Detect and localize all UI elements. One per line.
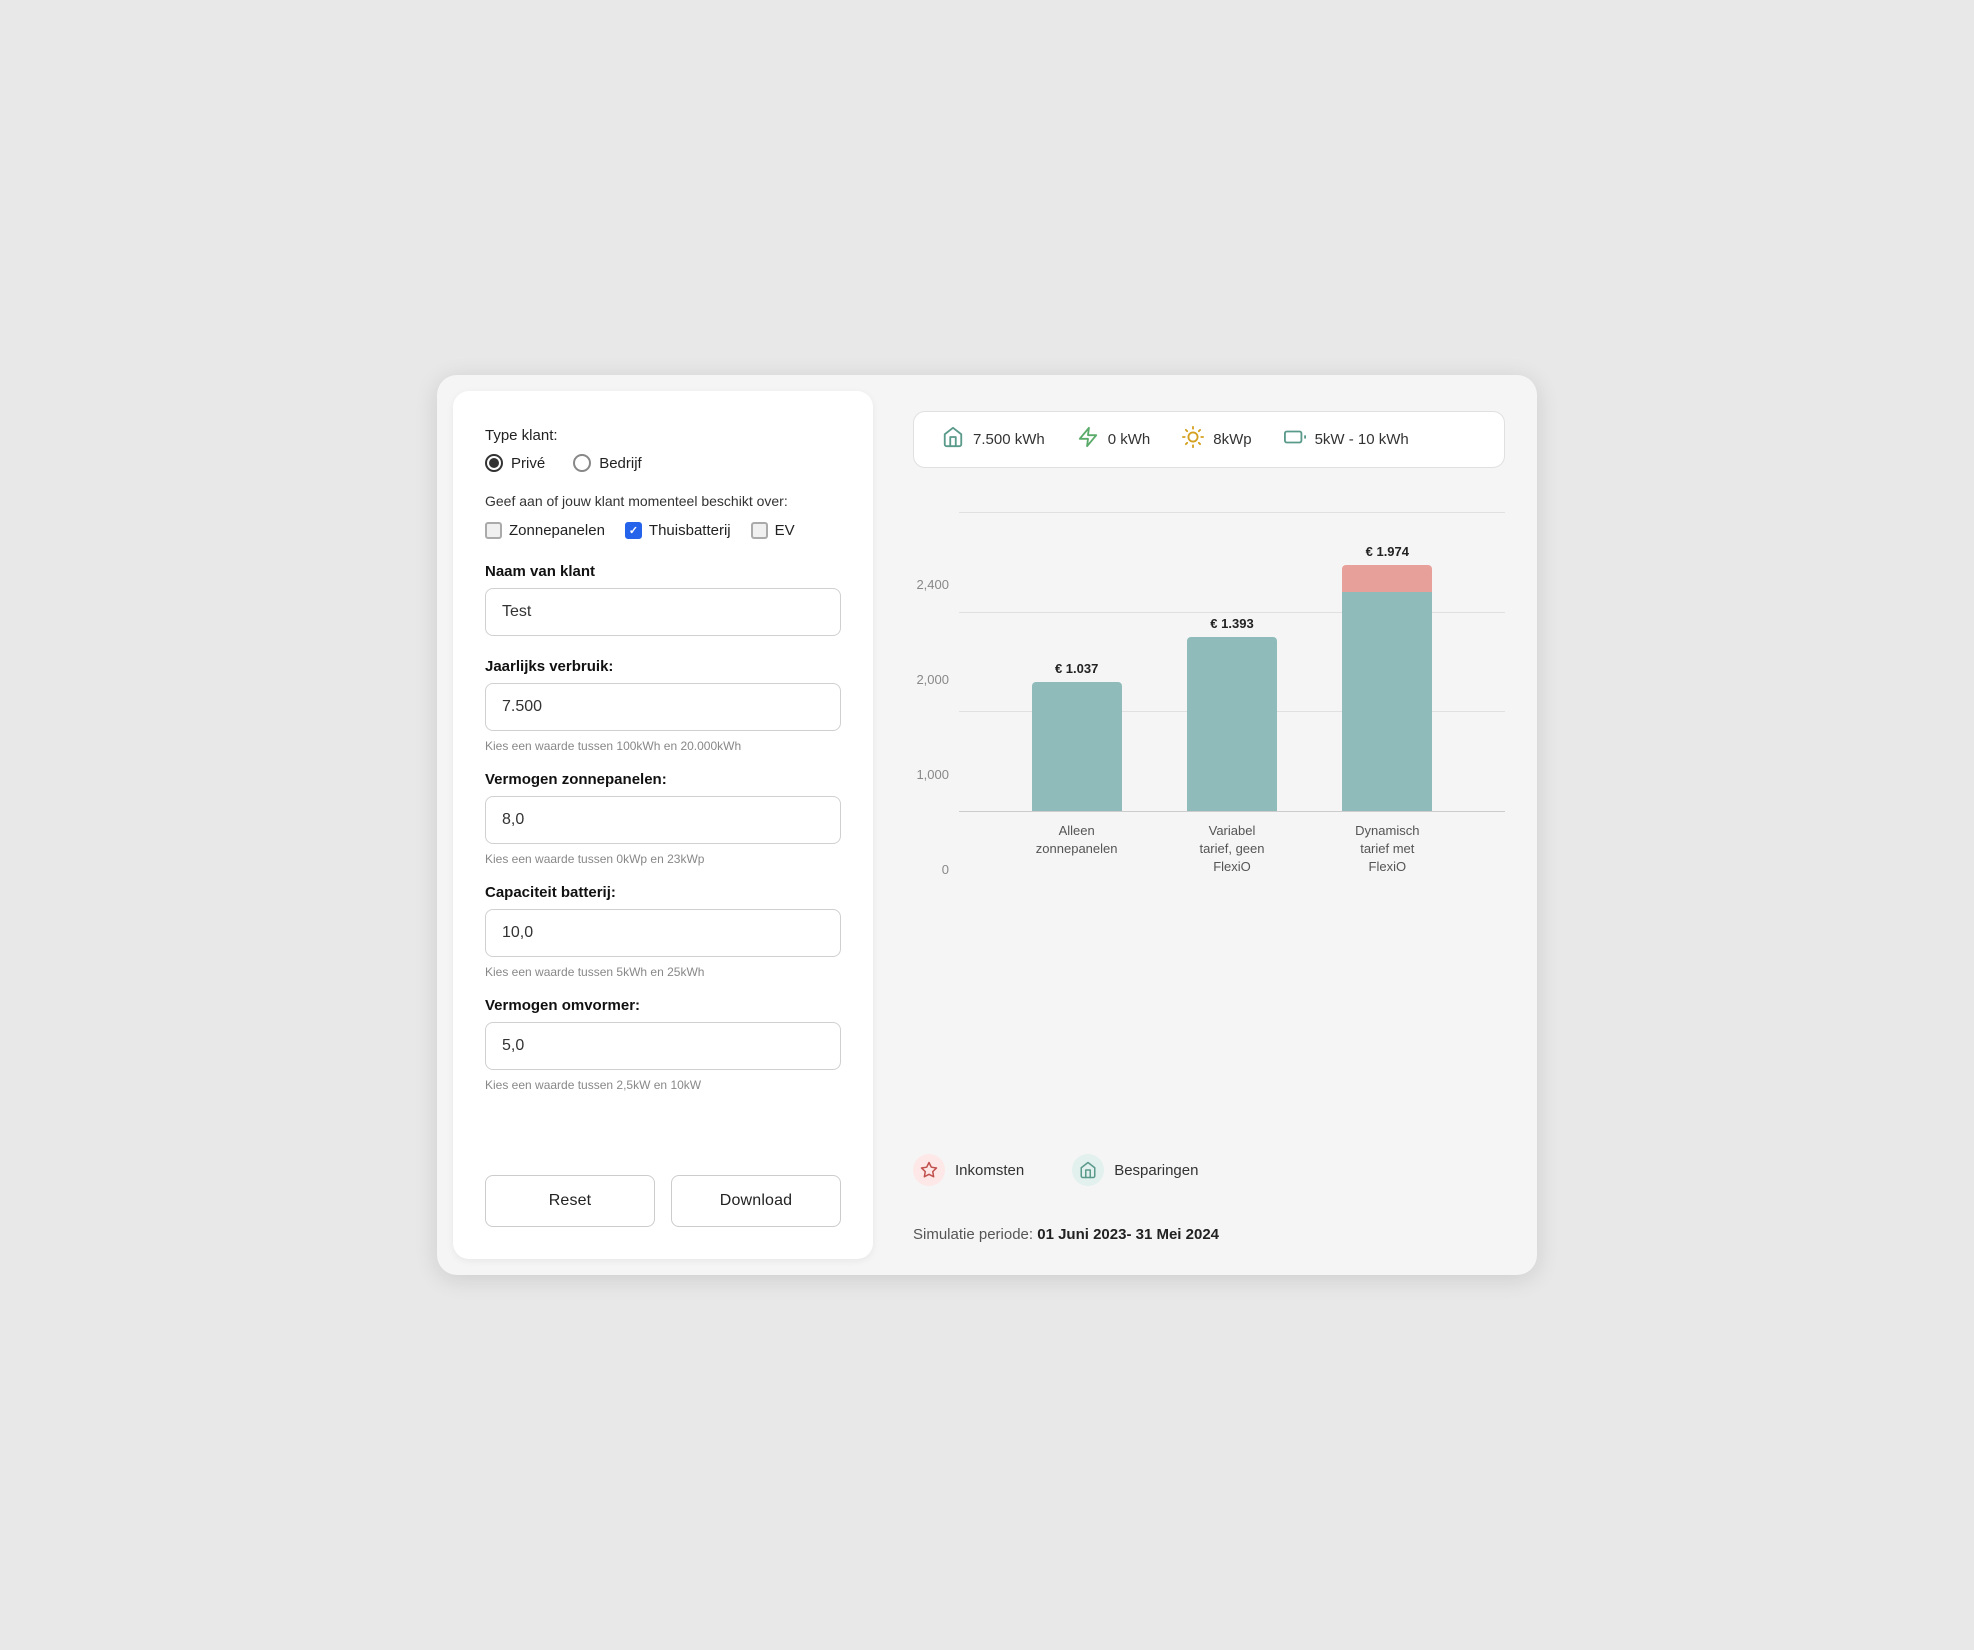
legend-icon-besparingen bbox=[1072, 1154, 1104, 1186]
bar-3-salmon bbox=[1342, 565, 1432, 592]
bar-1-rect bbox=[1032, 682, 1122, 811]
bar-3-value: € 1.974 bbox=[1366, 544, 1409, 559]
legend-inkomsten-label: Inkomsten bbox=[955, 1162, 1024, 1179]
y-label-2400: 2,400 bbox=[913, 577, 949, 592]
checkbox-box-ev bbox=[751, 522, 768, 539]
lightning-icon bbox=[1077, 426, 1099, 453]
verbruik-field-group: Jaarlijks verbruik: Kies een waarde tuss… bbox=[485, 658, 841, 753]
bar-3: € 1.974 bbox=[1342, 544, 1432, 811]
verbruik-input[interactable] bbox=[485, 683, 841, 731]
app-container: Type klant: Privé Bedrijf Geef aan of jo… bbox=[437, 375, 1537, 1275]
legend: Inkomsten Besparingen bbox=[913, 1154, 1505, 1186]
y-label-0: 0 bbox=[913, 862, 949, 877]
download-button[interactable]: Download bbox=[671, 1175, 841, 1227]
left-panel: Type klant: Privé Bedrijf Geef aan of jo… bbox=[453, 391, 873, 1259]
checkbox-label-zonnepanelen: Zonnepanelen bbox=[509, 522, 605, 539]
bar-2-value: € 1.393 bbox=[1210, 616, 1253, 631]
naam-label: Naam van klant bbox=[485, 563, 841, 580]
checkbox-ev[interactable]: EV bbox=[751, 522, 795, 539]
x-label-1: Alleenzonnepanelen bbox=[1032, 822, 1122, 877]
capaciteit-hint: Kies een waarde tussen 5kWh en 25kWh bbox=[485, 965, 841, 979]
bar-2-rect bbox=[1187, 637, 1277, 811]
omvormer-label: Vermogen omvormer: bbox=[485, 997, 841, 1014]
stat-injectie: 0 kWh bbox=[1077, 426, 1151, 453]
bar-1: € 1.037 bbox=[1032, 661, 1122, 811]
stat-injectie-value: 0 kWh bbox=[1108, 431, 1151, 448]
checkbox-box-thuisbatterij bbox=[625, 522, 642, 539]
capaciteit-field-group: Capaciteit batterij: Kies een waarde tus… bbox=[485, 884, 841, 979]
right-panel: 7.500 kWh 0 kWh 8kWp 5kW - 10 kWh bbox=[889, 375, 1537, 1275]
radio-bedrijf[interactable]: Bedrijf bbox=[573, 454, 642, 472]
legend-besparingen: Besparingen bbox=[1072, 1154, 1198, 1186]
radio-group: Privé Bedrijf bbox=[485, 454, 841, 472]
stat-zon: 8kWp bbox=[1182, 426, 1251, 453]
bar-1-value: € 1.037 bbox=[1055, 661, 1098, 676]
verbruik-label: Jaarlijks verbruik: bbox=[485, 658, 841, 675]
capaciteit-input[interactable] bbox=[485, 909, 841, 957]
capaciteit-label: Capaciteit batterij: bbox=[485, 884, 841, 901]
radio-prive[interactable]: Privé bbox=[485, 454, 545, 472]
checkbox-label-thuisbatterij: Thuisbatterij bbox=[649, 522, 731, 539]
vermogen-zon-label: Vermogen zonnepanelen: bbox=[485, 771, 841, 788]
y-label-1000: 1,000 bbox=[913, 767, 949, 782]
checkbox-group: Zonnepanelen Thuisbatterij EV bbox=[485, 522, 841, 539]
verbruik-hint: Kies een waarde tussen 100kWh en 20.000k… bbox=[485, 739, 841, 753]
vermogen-zon-hint: Kies een waarde tussen 0kWp en 23kWp bbox=[485, 852, 841, 866]
house-icon bbox=[942, 426, 964, 453]
radio-label-bedrijf: Bedrijf bbox=[599, 455, 642, 472]
naam-input[interactable] bbox=[485, 588, 841, 636]
naam-field-group: Naam van klant bbox=[485, 563, 841, 640]
stats-bar: 7.500 kWh 0 kWh 8kWp 5kW - 10 kWh bbox=[913, 411, 1505, 468]
stat-verbruik-value: 7.500 kWh bbox=[973, 431, 1045, 448]
bar-3-teal bbox=[1342, 592, 1432, 811]
reset-button[interactable]: Reset bbox=[485, 1175, 655, 1227]
chart-area: 0 1,000 2,000 2,400 bbox=[913, 492, 1505, 1106]
radio-label-prive: Privé bbox=[511, 455, 545, 472]
beschikt-label: Geef aan of jouw klant momenteel beschik… bbox=[485, 492, 841, 512]
radio-circle-bedrijf bbox=[573, 454, 591, 472]
omvormer-field-group: Vermogen omvormer: Kies een waarde tusse… bbox=[485, 997, 841, 1092]
bar-3-stacked bbox=[1342, 565, 1432, 811]
x-label-3: Dynamischtarief metFlexiO bbox=[1342, 822, 1432, 877]
omvormer-input[interactable] bbox=[485, 1022, 841, 1070]
radio-circle-prive bbox=[485, 454, 503, 472]
simulatie-prefix: Simulatie periode: bbox=[913, 1226, 1037, 1243]
stat-batterij-value: 5kW - 10 kWh bbox=[1315, 431, 1409, 448]
type-klant-label: Type klant: bbox=[485, 427, 841, 444]
vermogen-zon-input[interactable] bbox=[485, 796, 841, 844]
checkbox-thuisbatterij[interactable]: Thuisbatterij bbox=[625, 522, 731, 539]
vermogen-zon-field-group: Vermogen zonnepanelen: Kies een waarde t… bbox=[485, 771, 841, 866]
stat-batterij: 5kW - 10 kWh bbox=[1284, 426, 1409, 453]
battery-icon bbox=[1284, 426, 1306, 453]
checkbox-box-zonnepanelen bbox=[485, 522, 502, 539]
checkbox-zonnepanelen[interactable]: Zonnepanelen bbox=[485, 522, 605, 539]
button-row: Reset Download bbox=[485, 1147, 841, 1227]
legend-besparingen-label: Besparingen bbox=[1114, 1162, 1198, 1179]
stat-verbruik: 7.500 kWh bbox=[942, 426, 1045, 453]
x-labels: Alleenzonnepanelen Variabeltarief, geenF… bbox=[959, 812, 1505, 877]
omvormer-hint: Kies een waarde tussen 2,5kW en 10kW bbox=[485, 1078, 841, 1092]
simulatie-periode: Simulatie periode: 01 Juni 2023- 31 Mei … bbox=[913, 1226, 1505, 1243]
checkbox-label-ev: EV bbox=[775, 522, 795, 539]
legend-icon-inkomsten bbox=[913, 1154, 945, 1186]
bar-2: € 1.393 bbox=[1187, 616, 1277, 811]
legend-inkomsten: Inkomsten bbox=[913, 1154, 1024, 1186]
x-label-2: Variabeltarief, geenFlexiO bbox=[1187, 822, 1277, 877]
simulatie-date: 01 Juni 2023- 31 Mei 2024 bbox=[1037, 1226, 1219, 1243]
stat-zon-value: 8kWp bbox=[1213, 431, 1251, 448]
y-label-2000: 2,000 bbox=[913, 672, 949, 687]
sun-icon bbox=[1182, 426, 1204, 453]
